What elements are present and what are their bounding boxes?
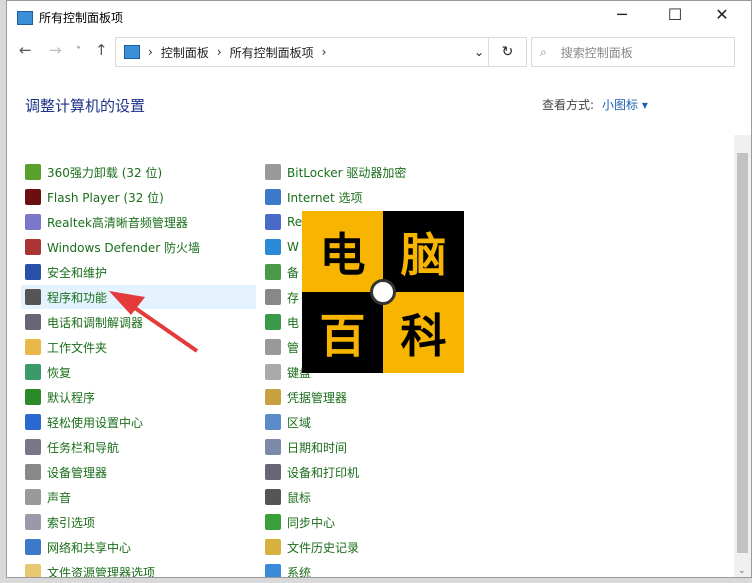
red-arrow-annotation — [109, 291, 199, 353]
control-panel-window: 所有控制面板项 ─ ☐ ✕ ← → ˅ ↑ › 控制面板 › 所有控制面板项 ›… — [6, 0, 752, 578]
